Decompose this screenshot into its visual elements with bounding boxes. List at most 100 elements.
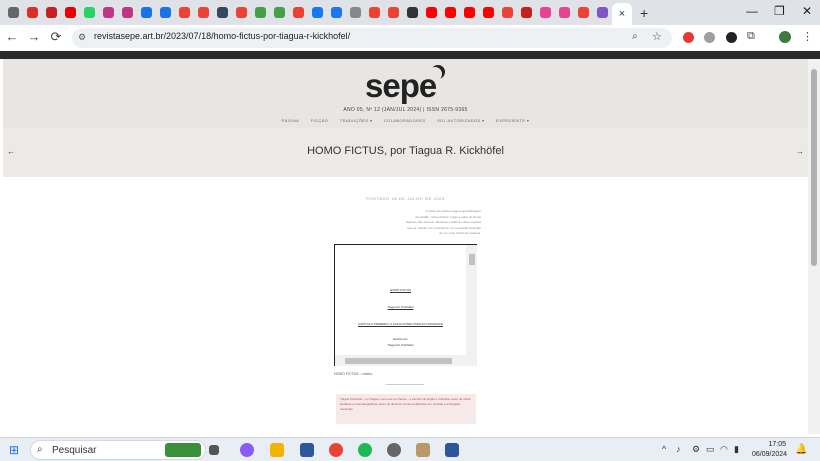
- epigraph: O ofício do escritor exige a aprendizage…: [383, 209, 481, 237]
- doc-vertical-scroll-thumb[interactable]: [469, 254, 475, 265]
- extension-icon[interactable]: [704, 32, 715, 43]
- tray-icon[interactable]: ⚙: [692, 444, 700, 455]
- browser-tab[interactable]: [517, 3, 536, 22]
- word-icon[interactable]: [445, 443, 459, 457]
- browser-tab[interactable]: [479, 3, 498, 22]
- browser-tab[interactable]: [270, 3, 289, 22]
- next-post-arrow[interactable]: →: [796, 147, 804, 156]
- tab-favicon-icon: [331, 7, 342, 18]
- tab-favicon-icon: [426, 7, 437, 18]
- site-info-icon[interactable]: ⚙: [78, 32, 86, 43]
- page-scroll-thumb[interactable]: [811, 69, 817, 266]
- taskbar-clock[interactable]: 17:05 06/09/2024: [752, 440, 787, 460]
- tab-favicon-icon: [540, 7, 551, 18]
- browser-tab[interactable]: [422, 3, 441, 22]
- browser-tab[interactable]: [80, 3, 99, 22]
- menu-item-expediente[interactable]: EXPEDIENTE ▾: [496, 118, 529, 123]
- menu-item-autorizados[interactable]: SOL AUTORIZADOS ▾: [437, 118, 484, 123]
- browser-tab[interactable]: [99, 3, 118, 22]
- back-button[interactable]: ←: [4, 29, 20, 44]
- new-tab-button[interactable]: +: [640, 5, 648, 21]
- browser-tab[interactable]: [536, 3, 555, 22]
- wifi-icon[interactable]: ◠: [720, 444, 728, 455]
- browser-tab[interactable]: [384, 3, 403, 22]
- browser-tab[interactable]: [251, 3, 270, 22]
- menu-item-ficcao[interactable]: FICÇÃO: [311, 118, 329, 123]
- browser-tab[interactable]: [4, 3, 23, 22]
- browser-menu-icon[interactable]: ⋮: [802, 30, 813, 43]
- forward-button[interactable]: →: [26, 29, 42, 44]
- doc-vertical-scrollbar[interactable]: [466, 245, 477, 355]
- battery-icon[interactable]: ▮: [734, 444, 739, 455]
- url-text[interactable]: revistasepe.art.br/2023/07/18/homo-fictu…: [94, 31, 350, 41]
- copilot-icon[interactable]: [240, 443, 254, 457]
- menu-item-traducoes[interactable]: TRADUÇÕES ▾: [340, 118, 373, 123]
- bookmark-star-icon[interactable]: ☆: [652, 30, 662, 43]
- windows-start-icon[interactable]: ⊞: [9, 443, 19, 457]
- extensions-puzzle-icon[interactable]: ⧉: [747, 30, 755, 43]
- tab-close-icon[interactable]: ×: [619, 8, 625, 20]
- doc-author: Tiagua R. Kickhöfel: [387, 305, 414, 309]
- tab-favicon-icon: [274, 7, 285, 18]
- volume-icon[interactable]: ♪: [676, 444, 681, 454]
- tab-favicon-icon: [122, 7, 133, 18]
- tab-favicon-icon: [407, 7, 418, 18]
- browser-tab[interactable]: [118, 3, 137, 22]
- browser-tab[interactable]: [346, 3, 365, 22]
- browser-tab[interactable]: [403, 3, 422, 22]
- doc-horizontal-scrollbar[interactable]: [335, 355, 477, 366]
- browser-tab[interactable]: [137, 3, 156, 22]
- browser-tab[interactable]: [593, 3, 612, 22]
- notifications-icon[interactable]: 🔔: [795, 444, 807, 455]
- maximize-button[interactable]: ❐: [774, 4, 785, 18]
- browser-tab[interactable]: [61, 3, 80, 22]
- browser-tab[interactable]: [175, 3, 194, 22]
- address-bar-row: ← → ⟳ ⚙ revistasepe.art.br/2023/07/18/ho…: [0, 25, 820, 51]
- spotify-icon[interactable]: [358, 443, 372, 457]
- browser-tab[interactable]: [441, 3, 460, 22]
- tab-favicon-icon: [141, 7, 152, 18]
- browser-tab[interactable]: [156, 3, 175, 22]
- chrome-icon[interactable]: [329, 443, 343, 457]
- tray-icon[interactable]: ▭: [706, 444, 715, 455]
- menu-item-pagina[interactable]: PÁGINA: [282, 118, 300, 123]
- browser-tab[interactable]: [213, 3, 232, 22]
- clock-time: 17:05: [768, 441, 786, 448]
- site-logo[interactable]: sepe: [365, 67, 437, 105]
- minimize-button[interactable]: —: [746, 4, 758, 18]
- extension-icon[interactable]: [683, 32, 694, 43]
- profile-avatar[interactable]: [779, 31, 791, 43]
- menu-item-colaboradores[interactable]: COLABORADORES: [384, 118, 426, 123]
- browser-tab[interactable]: [194, 3, 213, 22]
- browser-tab[interactable]: [365, 3, 384, 22]
- browser-tab[interactable]: [555, 3, 574, 22]
- browser-tab[interactable]: [460, 3, 479, 22]
- browser-tab[interactable]: [498, 3, 517, 22]
- task-view-icon[interactable]: [209, 445, 219, 455]
- doc-caption[interactable]: HOMO FICTUS – roteiro: [334, 372, 372, 376]
- tab-favicon-icon: [445, 7, 456, 18]
- extension-icon[interactable]: [726, 32, 737, 43]
- reload-button[interactable]: ⟳: [48, 29, 64, 45]
- tray-chevron-icon[interactable]: ^: [662, 444, 666, 454]
- browser-tab[interactable]: [308, 3, 327, 22]
- zoom-icon[interactable]: ⌕: [632, 31, 638, 42]
- browser-tab[interactable]: [574, 3, 593, 22]
- taskbar-app-icon[interactable]: [300, 443, 314, 457]
- close-window-button[interactable]: ✕: [802, 4, 812, 18]
- author-bio: Tiagua Kickhöfel – ou Tiagua, como ele s…: [336, 394, 476, 424]
- browser-tab[interactable]: [42, 3, 61, 22]
- tab-favicon-icon: [198, 7, 209, 18]
- settings-gear-icon[interactable]: [387, 443, 401, 457]
- browser-tab[interactable]: [327, 3, 346, 22]
- active-tab[interactable]: ×: [612, 3, 632, 25]
- page-scrollbar[interactable]: [808, 59, 820, 434]
- embedded-document[interactable]: HOMO FICTUS Tiagua R. Kickhöfel CAPÍTULO…: [334, 244, 477, 366]
- search-highlight-icon[interactable]: [165, 443, 201, 457]
- file-explorer-icon[interactable]: [270, 443, 284, 457]
- browser-tab[interactable]: [232, 3, 251, 22]
- doc-horizontal-scroll-thumb[interactable]: [345, 358, 452, 364]
- taskbar-app-icon[interactable]: [416, 443, 430, 457]
- browser-tab[interactable]: [289, 3, 308, 22]
- browser-tab[interactable]: [23, 3, 42, 22]
